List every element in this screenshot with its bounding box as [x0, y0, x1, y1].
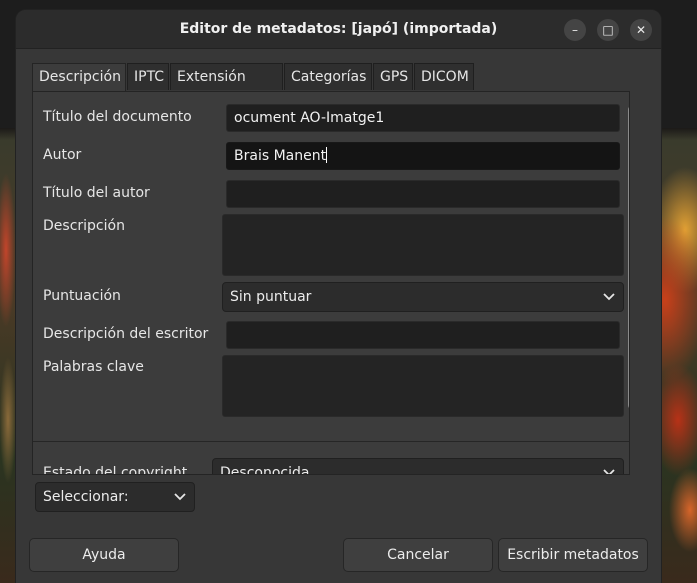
- metadata-editor-dialog: Editor de metadatos: [japó] (importada) …: [16, 10, 661, 583]
- help-button[interactable]: Ayuda: [29, 538, 179, 572]
- text-caret: [326, 147, 328, 163]
- keywords-label: Palabras clave: [43, 359, 144, 375]
- maximize-icon: □: [602, 23, 614, 37]
- description-textarea[interactable]: [222, 214, 624, 276]
- scrollbar-thumb[interactable]: [628, 105, 629, 410]
- vertical-scrollbar[interactable]: [628, 105, 629, 425]
- author-value: Brais Manent: [234, 148, 327, 164]
- author-title-input[interactable]: [226, 180, 620, 208]
- tab-gps[interactable]: GPS: [373, 63, 413, 90]
- titlebar: Editor de metadatos: [japó] (importada) …: [16, 10, 661, 49]
- select-dropdown-value: Seleccionar:: [43, 489, 129, 505]
- rating-dropdown[interactable]: Sin puntuar: [222, 282, 624, 312]
- rating-value: Sin puntuar: [230, 289, 312, 305]
- close-button[interactable]: ✕: [630, 19, 652, 41]
- rating-label: Puntuación: [43, 288, 121, 304]
- tab-extension-iptc[interactable]: Extensión IPTC: [170, 63, 283, 111]
- close-icon: ✕: [635, 23, 647, 37]
- chevron-down-icon: [174, 493, 186, 501]
- panel-divider: [33, 441, 629, 442]
- minimize-icon: –: [572, 23, 578, 37]
- document-title-input[interactable]: ocument AO-Imatge1: [226, 104, 620, 132]
- copyright-status-dropdown[interactable]: Desconocida: [212, 458, 624, 475]
- author-input[interactable]: Brais Manent: [226, 142, 620, 170]
- minimize-button[interactable]: –: [564, 19, 586, 41]
- writer-description-input[interactable]: [226, 321, 620, 349]
- description-panel: Título del documento ocument AO-Imatge1 …: [32, 91, 630, 475]
- document-title-label: Título del documento: [43, 109, 192, 125]
- copyright-status-label: Estado del copyright: [43, 465, 188, 475]
- author-title-label: Título del autor: [43, 185, 150, 201]
- chevron-down-icon: [603, 469, 615, 474]
- copyright-status-value: Desconocida: [220, 465, 310, 475]
- tab-iptc[interactable]: IPTC: [127, 63, 169, 90]
- tab-dicom[interactable]: DICOM: [414, 63, 474, 90]
- tab-descripcion[interactable]: Descripción: [32, 63, 126, 92]
- write-metadata-button[interactable]: Escribir metadatos: [498, 538, 648, 572]
- select-dropdown[interactable]: Seleccionar:: [35, 482, 195, 512]
- form-scroll-area[interactable]: Título del documento ocument AO-Imatge1 …: [33, 92, 624, 430]
- description-label: Descripción: [43, 218, 125, 234]
- keywords-textarea[interactable]: [222, 355, 624, 417]
- maximize-button[interactable]: □: [597, 19, 619, 41]
- tab-categorias[interactable]: Categorías: [284, 63, 372, 90]
- chevron-down-icon: [603, 293, 615, 301]
- cancel-button[interactable]: Cancelar: [343, 538, 493, 572]
- writer-description-label: Descripción del escritor: [43, 326, 209, 342]
- author-label: Autor: [43, 147, 82, 163]
